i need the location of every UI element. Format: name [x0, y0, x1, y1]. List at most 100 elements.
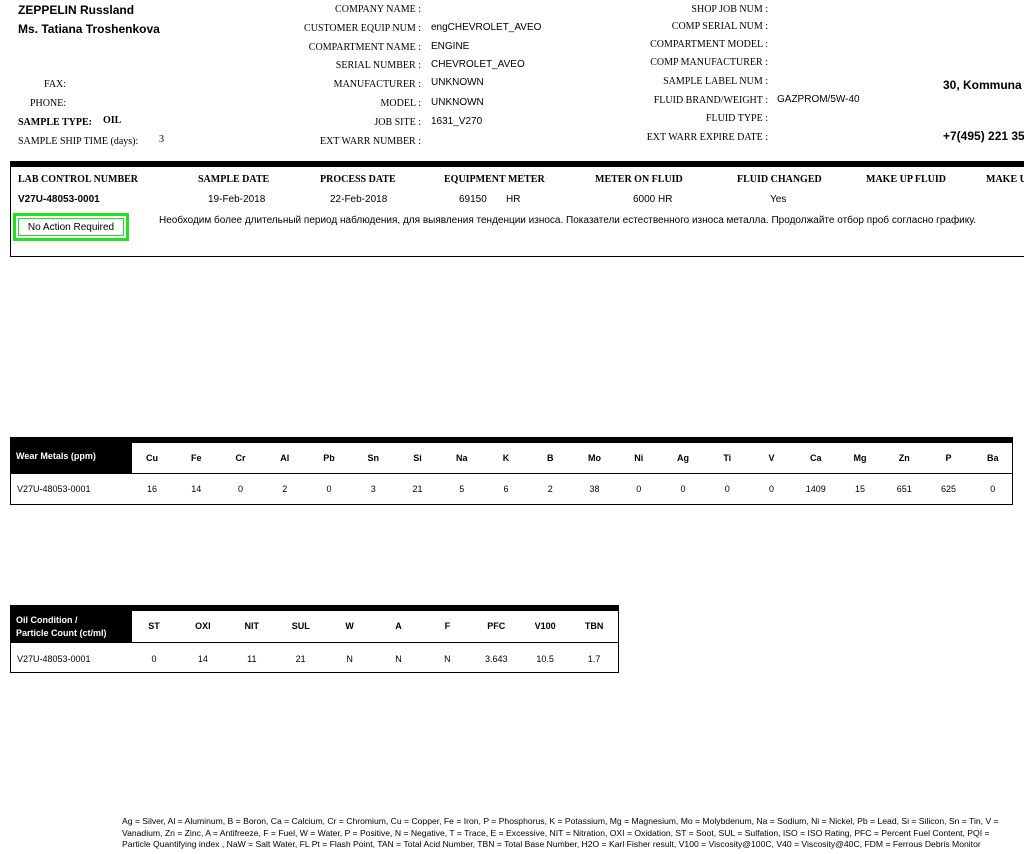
- wear-value-ni: 0: [636, 484, 642, 494]
- meter-on-fluid-value: 6000 HR: [633, 194, 673, 205]
- wear-value-fe: 14: [191, 484, 202, 494]
- oil-header-a: A: [395, 621, 402, 631]
- oil-header-v100: V100: [534, 621, 556, 631]
- company-name-label: COMPANY NAME :: [335, 4, 421, 15]
- wear-metals-row-label: V27U-48053-0001: [17, 484, 91, 494]
- manufacturer-value: UNKNOWN: [431, 77, 484, 88]
- oil-value-oxi: 14: [197, 654, 208, 664]
- wear-value-ag: 0: [680, 484, 686, 494]
- fluid-brand-value: GAZPROM/5W-40: [777, 94, 860, 105]
- fluid-type-label: FLUID TYPE :: [705, 113, 768, 124]
- serial-value: CHEVROLET_AVEO: [431, 59, 525, 70]
- oil-value-st: 0: [151, 654, 157, 664]
- wear-value-mg: 15: [854, 484, 865, 494]
- customer-company: ZEPPELIN Russland: [18, 3, 135, 17]
- wear-header-p: P: [945, 453, 952, 463]
- wear-header-cu: Cu: [146, 453, 158, 463]
- compartment-label: COMPARTMENT NAME :: [308, 42, 421, 53]
- oil-condition-table: Oil Condition / Particle Count (ct/ml) V…: [10, 605, 619, 673]
- wear-metals-title: Wear Metals (ppm): [11, 443, 132, 473]
- wear-value-na: 5: [459, 484, 465, 494]
- hdr-process-date: PROCESS DATE: [320, 174, 396, 185]
- oil-header-nit: NIT: [244, 621, 260, 631]
- sample-type-label: SAMPLE TYPE:: [18, 117, 92, 128]
- job-site-value: 1631_V270: [431, 116, 483, 127]
- address-fragment: 30, Kommuna: [943, 78, 1022, 92]
- phone-label: PHONE:: [30, 98, 67, 109]
- job-site-label: JOB SITE :: [374, 117, 421, 128]
- oil-value-nit: 11: [247, 654, 257, 664]
- ship-time-value: 3: [159, 134, 164, 145]
- oil-header-oxi: OXI: [195, 621, 211, 631]
- wear-header-na: Na: [455, 453, 468, 463]
- wear-header-fe: Fe: [190, 453, 202, 463]
- ship-time-label: SAMPLE SHIP TIME (days):: [18, 136, 139, 147]
- lab-comment: Необходим более длительный период наблюд…: [159, 215, 977, 226]
- fluid-changed-value: Yes: [770, 194, 787, 205]
- hdr-fluid-changed: FLUID CHANGED: [737, 174, 822, 185]
- customer-contact: Ms. Tatiana Troshenkova: [18, 22, 160, 36]
- wear-header-ag: Ag: [677, 453, 689, 463]
- wear-header-cr: Cr: [235, 453, 246, 463]
- hdr-meter-on-fluid: METER ON FLUID: [595, 174, 683, 185]
- wear-header-ca: Ca: [809, 453, 822, 463]
- oil-condition-title: Oil Condition / Particle Count (ct/ml): [11, 611, 132, 642]
- hdr-make-up-fluid: MAKE UP FLUID: [866, 174, 946, 185]
- lab-control-value: V27U-48053-0001: [18, 194, 100, 205]
- oil-value-a: N: [395, 654, 402, 664]
- hdr-make-up-cut: MAKE U: [986, 174, 1024, 185]
- status-label: No Action Required: [18, 218, 124, 236]
- oil-value-f: N: [444, 654, 451, 664]
- wear-header-ba: Ba: [986, 453, 999, 463]
- wear-value-zn: 651: [896, 484, 912, 494]
- customer-equip-value: engCHEVROLET_AVEO: [431, 22, 542, 33]
- oil-header-st: ST: [148, 621, 160, 631]
- equipment-meter-unit: HR: [506, 194, 521, 205]
- wear-metals-divider: [11, 473, 1012, 474]
- wear-value-ca: 1409: [805, 484, 826, 494]
- oil-value-tbn: 1.7: [587, 654, 601, 664]
- wear-value-ba: 0: [990, 484, 996, 494]
- fax-label: FAX:: [44, 79, 67, 90]
- wear-value-b: 2: [547, 484, 553, 494]
- oil-value-v100: 10.5: [536, 654, 554, 664]
- oil-header-w: W: [345, 621, 354, 631]
- wear-value-ti: 0: [724, 484, 730, 494]
- wear-header-si: Si: [413, 453, 422, 463]
- oil-header-tbn: TBN: [584, 621, 604, 631]
- wear-value-v: 0: [768, 484, 774, 494]
- status-badge: No Action Required: [13, 213, 129, 241]
- wear-header-mo: Mo: [588, 453, 601, 463]
- fluid-brand-label: FLUID BRAND/WEIGHT :: [653, 95, 768, 106]
- wear-value-cu: 16: [146, 484, 157, 494]
- wear-value-pb: 0: [326, 484, 332, 494]
- wear-value-cr: 0: [237, 484, 243, 494]
- oil-header-sul: SUL: [291, 621, 310, 631]
- comp-serial-label: COMP SERIAL NUM :: [671, 21, 768, 32]
- oil-condition-divider: [11, 642, 618, 643]
- wear-header-mg: Mg: [853, 453, 867, 463]
- wear-header-pb: Pb: [323, 453, 335, 463]
- oil-condition-title-line1: Oil Condition /: [16, 615, 78, 625]
- oil-value-w: N: [346, 654, 353, 664]
- wear-value-sn: 3: [370, 484, 376, 494]
- ext-warr-label: EXT WARR NUMBER :: [319, 136, 421, 147]
- wear-value-k: 6: [503, 484, 509, 494]
- manufacturer-label: MANUFACTURER :: [333, 79, 421, 90]
- wear-metals-table: Wear Metals (ppm) V27U-48053-0001 Cu 16 Fe…: [10, 437, 1013, 505]
- sample-type-value: OIL: [103, 115, 122, 126]
- oil-value-pfc: 3.643: [485, 654, 508, 664]
- wear-value-si: 21: [412, 484, 423, 494]
- ext-warr-expire-label: EXT WARR EXPIRE DATE :: [646, 132, 768, 143]
- oil-value-sul: 21: [295, 654, 306, 664]
- comp-manufacturer-label: COMP MANUFACTURER :: [650, 57, 768, 68]
- wear-header-zn: Zn: [898, 453, 910, 463]
- wear-header-b: B: [547, 453, 554, 463]
- wear-header-v: V: [768, 453, 775, 463]
- oil-header-f: F: [444, 621, 451, 631]
- compartment-value: ENGINE: [431, 41, 470, 52]
- equipment-meter-value: 69150: [459, 194, 487, 205]
- wear-value-p: 625: [940, 484, 957, 494]
- serial-label: SERIAL NUMBER :: [335, 60, 421, 71]
- wear-header-sn: Sn: [367, 453, 379, 463]
